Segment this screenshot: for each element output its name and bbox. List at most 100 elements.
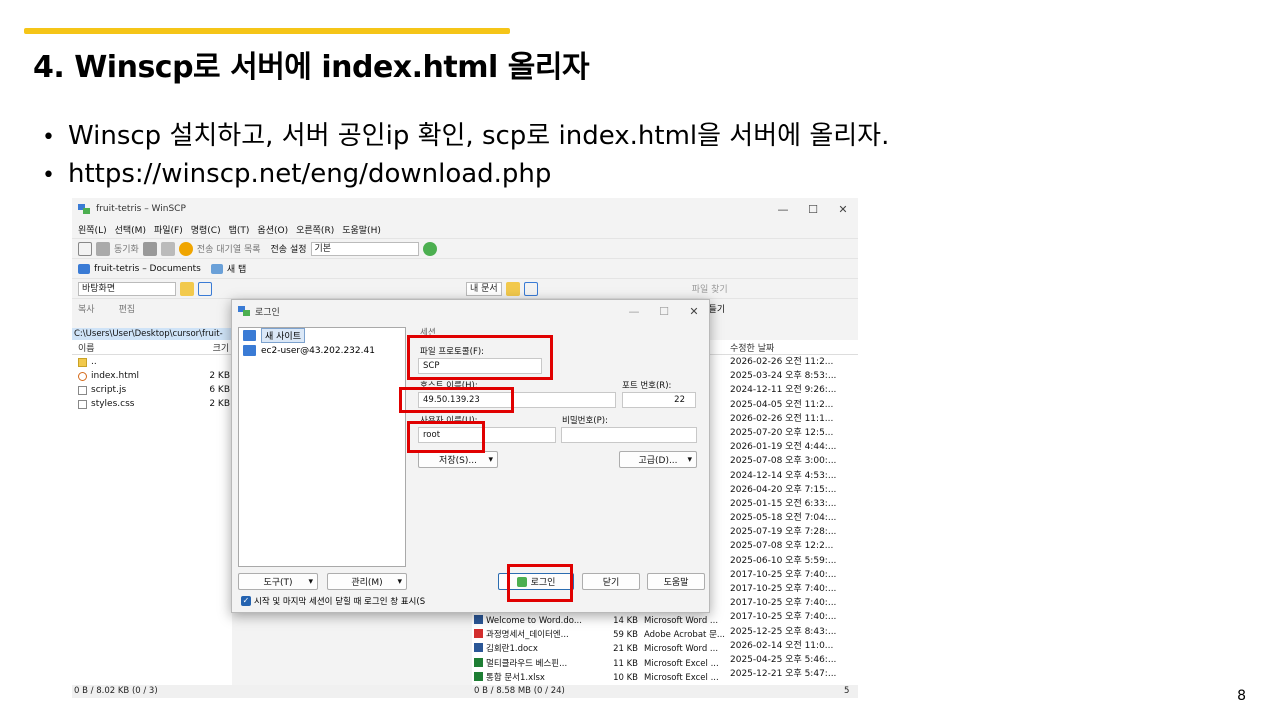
- edit-button[interactable]: 편집: [119, 302, 136, 315]
- menu-tabs[interactable]: 탭(T): [229, 223, 250, 236]
- file-type: Microsoft Excel ...: [644, 658, 719, 669]
- show-login-checkbox[interactable]: ✓ 시작 및 마지막 세션이 닫힐 때 로그인 창 표시(S: [241, 595, 425, 607]
- folder-open-icon[interactable]: [180, 281, 194, 296]
- document-icon: [474, 671, 483, 681]
- file-name: 김회란1.docx: [486, 644, 538, 655]
- right-file-row[interactable]: 김회란1.docx 21 KB Microsoft Word ...: [474, 642, 732, 656]
- computer-icon: [243, 345, 256, 356]
- right-file-row[interactable]: Welcome to Word.do... 14 KB Microsoft Word…: [474, 614, 732, 628]
- col-size[interactable]: 크기: [213, 341, 230, 354]
- file-type: Microsoft Excel ...: [644, 672, 719, 683]
- slide-title: 4. Winscp로 서버에 index.html 올리자: [33, 50, 590, 85]
- parent-dir-icon: [78, 357, 87, 367]
- file-size: 59 KB: [613, 630, 638, 641]
- maximize-icon[interactable]: ☐: [798, 203, 828, 216]
- page-number: 8: [1237, 688, 1246, 704]
- sync-button[interactable]: 동기화: [114, 242, 139, 255]
- right-file-row[interactable]: 멀티클라우드 베스핀... 11 KB Microsoft Excel ...: [474, 657, 732, 671]
- save-button[interactable]: 저장(S)...: [418, 451, 498, 468]
- left-location-select[interactable]: 바탕화면: [78, 281, 176, 296]
- menu-files[interactable]: 파일(F): [154, 223, 183, 236]
- login-close-icon[interactable]: ✕: [679, 305, 709, 318]
- menu-left[interactable]: 왼쪽(L): [78, 223, 107, 236]
- new-site-item[interactable]: 새 사이트: [239, 328, 405, 343]
- session-tab[interactable]: fruit-tetris – Documents: [94, 264, 201, 274]
- file-type: Microsoft Word ...: [644, 644, 719, 655]
- right-file-row[interactable]: 과정명세서_데이터엔... 59 KB Adobe Acrobat 문...: [474, 628, 732, 642]
- password-input[interactable]: [561, 427, 697, 443]
- gear-icon[interactable]: [178, 241, 193, 256]
- bullet-item: https://winscp.net/eng/download.php: [42, 156, 889, 194]
- left-path[interactable]: C:\Users\User\Desktop\cursor\fruit-: [72, 328, 236, 340]
- bullet-list: Winscp 설치하고, 서버 공인ip 확인, scp로 index.html…: [42, 118, 889, 194]
- col-modified[interactable]: 수정한 날짜: [730, 341, 774, 354]
- close-icon[interactable]: ✕: [828, 203, 858, 216]
- login-titlebar: 로그인 — ☐ ✕: [232, 300, 709, 322]
- help-button[interactable]: 도움말: [647, 573, 705, 590]
- right-folder-icon[interactable]: [505, 281, 520, 296]
- right-filter-icon[interactable]: [523, 281, 538, 296]
- menu-help[interactable]: 도움말(H): [342, 223, 381, 236]
- document-icon: [474, 657, 483, 667]
- right-location-select[interactable]: 내 문서: [466, 281, 502, 296]
- menu-commands[interactable]: 명령(C): [191, 223, 221, 236]
- winscp-app-icon: [78, 204, 90, 214]
- highlight-protocol: [407, 335, 553, 380]
- checkmark-icon: ✓: [241, 596, 251, 606]
- file-name: 멀티클라우드 베스핀...: [486, 658, 568, 669]
- file-size: 14 KB: [613, 616, 638, 626]
- new-tab-button[interactable]: 새 탭: [227, 262, 246, 275]
- file-row[interactable]: script.js 6 KB: [72, 383, 232, 397]
- queue-button[interactable]: 전송 대기열 목록: [197, 242, 261, 255]
- manage-button[interactable]: 관리(M): [327, 573, 407, 590]
- file-name: 통합 문서1.xlsx: [486, 672, 545, 683]
- find-files-button[interactable]: 파일 찾기: [692, 282, 728, 295]
- file-row[interactable]: styles.css 2 KB: [72, 397, 232, 411]
- file-row[interactable]: index.html 2 KB: [72, 369, 232, 383]
- left-header: 이름 크기: [72, 340, 232, 355]
- filter-icon[interactable]: [198, 281, 212, 296]
- document-icon: [474, 615, 483, 624]
- compare-icon[interactable]: [78, 241, 92, 256]
- menu-bar: 왼쪽(L) 선택(M) 파일(F) 명령(C) 탭(T) 옵션(O) 오른쪽(R…: [72, 220, 858, 238]
- menu-options[interactable]: 옵션(O): [257, 223, 288, 236]
- port-label: 포트 번호(R):: [622, 381, 672, 391]
- terminal-icon[interactable]: [160, 241, 175, 256]
- winscp-titlebar: fruit-tetris – WinSCP — ☐ ✕: [72, 198, 858, 220]
- console-icon[interactable]: [142, 241, 157, 256]
- right-file-row[interactable]: 통합 문서1.xlsx 10 KB Microsoft Excel ...: [474, 671, 732, 685]
- bullet-item: Winscp 설치하고, 서버 공인ip 확인, scp로 index.html…: [42, 118, 889, 156]
- globe-icon[interactable]: [422, 241, 437, 256]
- highlight-host: [399, 387, 514, 413]
- file-name: Welcome to Word.do...: [486, 616, 582, 626]
- login-title: 로그인: [255, 307, 280, 318]
- login-minimize-icon[interactable]: —: [619, 305, 649, 318]
- advanced-button[interactable]: 고급(D)...: [619, 451, 697, 468]
- file-size: 10 KB: [613, 672, 638, 683]
- login-maximize-icon[interactable]: ☐: [649, 305, 679, 318]
- status-hidden: 5 숨: [844, 686, 850, 696]
- file-row[interactable]: ..: [72, 355, 232, 369]
- highlight-login: [507, 564, 573, 602]
- html-file-icon: [78, 371, 87, 381]
- port-input[interactable]: 22: [622, 392, 696, 408]
- status-bar: 0 B / 8.02 KB (0 / 3) 0 B / 8.58 MB (0 /…: [72, 685, 858, 698]
- password-label: 비밀번호(P):: [562, 416, 608, 426]
- saved-site-item[interactable]: ec2-user@43.202.232.41: [239, 343, 405, 358]
- minimize-icon[interactable]: —: [768, 203, 798, 216]
- window-title: fruit-tetris – WinSCP: [96, 204, 186, 214]
- file-size: 11 KB: [613, 658, 638, 669]
- copy-button[interactable]: 복사: [78, 302, 95, 315]
- location-bar: 바탕화면 내 문서 파일 찾기: [72, 278, 858, 298]
- file-type: Adobe Acrobat 문...: [644, 630, 725, 641]
- sync-browse-icon[interactable]: [96, 241, 110, 256]
- status-left: 0 B / 8.02 KB (0 / 3): [74, 686, 158, 696]
- menu-mark[interactable]: 선택(M): [115, 223, 146, 236]
- file-name: 과정명세서_데이터엔...: [486, 630, 569, 641]
- menu-right[interactable]: 오른쪽(R): [296, 223, 334, 236]
- file-type: Microsoft Word ...: [644, 616, 719, 626]
- tools-button[interactable]: 도구(T): [238, 573, 318, 590]
- close-button[interactable]: 닫기: [582, 573, 640, 590]
- col-name[interactable]: 이름: [78, 341, 95, 354]
- transfer-settings-select[interactable]: 기본: [310, 241, 419, 256]
